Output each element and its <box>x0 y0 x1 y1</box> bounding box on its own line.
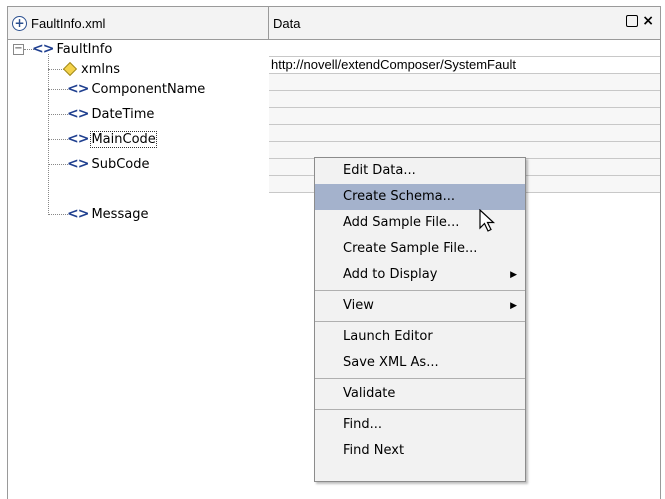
data-cell[interactable]: http://novell/extendComposer/SystemFault <box>269 57 660 74</box>
menu-item-label: Launch Editor <box>343 329 433 344</box>
data-column-label: Data <box>273 15 301 31</box>
menu-item-view[interactable]: View ▶ <box>315 293 525 319</box>
xml-tree: − <> FaultInfo xmlns <> ComponentName <>… <box>8 40 269 340</box>
menu-item-label: Add Sample File... <box>343 215 460 230</box>
tree-node-attribute[interactable]: xmlns <box>62 59 120 79</box>
menu-item-label: Create Sample File... <box>343 241 478 256</box>
menu-item-validate[interactable]: Validate <box>315 381 525 407</box>
menu-item-label: Add to Display <box>343 267 438 282</box>
tree-connector <box>48 214 68 215</box>
element-icon: <> <box>67 131 89 147</box>
menu-item-label: Save XML As... <box>343 355 439 370</box>
data-cell[interactable] <box>269 74 660 91</box>
node-label: DateTime <box>91 106 155 122</box>
menu-item-label: Edit Data... <box>343 163 416 178</box>
element-icon: <> <box>67 156 89 172</box>
tree-connector <box>48 89 68 90</box>
tree-node-element[interactable]: <> DateTime <box>67 104 154 124</box>
data-cell[interactable] <box>269 125 660 142</box>
menu-item-label: Create Schema... <box>343 189 455 204</box>
node-label: FaultInfo <box>56 41 113 57</box>
tree-connector <box>48 69 64 70</box>
menu-item-label: Find... <box>343 417 383 432</box>
attribute-icon <box>62 61 78 77</box>
menu-item-add-to-display[interactable]: Add to Display ▶ <box>315 262 525 288</box>
tree-node-element[interactable]: <> MainCode <box>67 129 157 149</box>
menu-separator <box>315 378 525 379</box>
node-label: xmlns <box>81 61 120 77</box>
menu-item-find[interactable]: Find... <box>315 412 525 438</box>
data-cell[interactable] <box>269 91 660 108</box>
data-cell[interactable] <box>269 40 660 57</box>
tree-node-root[interactable]: <> FaultInfo <box>32 39 112 59</box>
node-label: SubCode <box>91 156 150 172</box>
context-menu: Edit Data... Create Schema... Add Sample… <box>314 157 526 482</box>
menu-item-label: Find Next <box>343 443 405 458</box>
data-column-header[interactable]: Data × <box>269 7 660 39</box>
tree-node-element[interactable]: <> ComponentName <box>67 79 205 99</box>
tree-node-element[interactable]: <> Message <box>67 204 148 224</box>
data-cell[interactable] <box>269 108 660 125</box>
tree-connector <box>48 164 68 165</box>
element-icon: <> <box>67 81 89 97</box>
restore-icon[interactable] <box>626 15 639 27</box>
tree-connector <box>48 114 68 115</box>
element-icon: <> <box>67 106 89 122</box>
menu-item-label: View <box>343 298 374 313</box>
submenu-arrow-icon: ▶ <box>510 301 517 311</box>
collapse-toggle[interactable]: − <box>13 44 24 55</box>
node-label: Message <box>91 206 149 222</box>
menu-item-label: Validate <box>343 386 396 401</box>
menu-item-find-next[interactable]: Find Next <box>315 438 525 464</box>
menu-item-launch-editor[interactable]: Launch Editor <box>315 324 525 350</box>
menu-separator <box>315 409 525 410</box>
mouse-pointer-icon <box>479 209 496 232</box>
menu-item-edit-data[interactable]: Edit Data... <box>315 158 525 184</box>
tree-node-element[interactable]: <> SubCode <box>67 154 150 174</box>
close-icon[interactable]: × <box>642 14 654 28</box>
tree-column-header[interactable]: + FaultInfo.xml <box>8 7 269 39</box>
node-label: MainCode <box>90 130 157 148</box>
tree-connector <box>48 54 49 215</box>
menu-item-save-xml-as[interactable]: Save XML As... <box>315 350 525 376</box>
menu-separator <box>315 321 525 322</box>
menu-item-create-sample-file[interactable]: Create Sample File... <box>315 236 525 262</box>
menu-separator <box>315 290 525 291</box>
tree-connector <box>48 139 68 140</box>
column-header: + FaultInfo.xml Data × <box>8 7 660 40</box>
menu-item-create-schema[interactable]: Create Schema... <box>315 184 525 210</box>
file-name-label: FaultInfo.xml <box>31 15 106 31</box>
node-label: ComponentName <box>91 81 206 97</box>
element-icon: <> <box>67 206 89 222</box>
element-icon: <> <box>32 41 54 57</box>
add-icon[interactable]: + <box>12 15 27 31</box>
submenu-arrow-icon: ▶ <box>510 270 517 280</box>
